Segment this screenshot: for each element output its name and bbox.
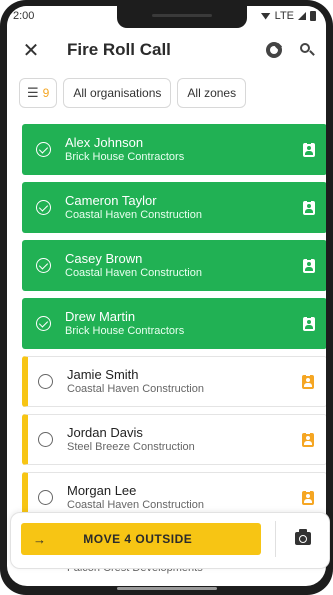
- search-icon[interactable]: [300, 43, 315, 57]
- person-name: Jamie Smith: [67, 366, 139, 382]
- person-row[interactable]: Jordan Davis Steel Breeze Construction: [22, 414, 326, 465]
- person-org: Steel Breeze Construction: [67, 440, 195, 453]
- unchecked-circle-icon[interactable]: [38, 374, 53, 389]
- id-badge-icon[interactable]: [302, 373, 314, 389]
- filter-count-badge: 9: [42, 86, 50, 100]
- status-indicators: LTE: [260, 10, 316, 22]
- unchecked-circle-icon[interactable]: [38, 490, 53, 505]
- person-org: Brick House Contractors: [65, 324, 185, 337]
- home-indicator: [117, 587, 217, 590]
- checked-circle-icon[interactable]: [36, 258, 51, 273]
- person-name: Alex Johnson: [65, 134, 144, 150]
- person-name: Drew Martin: [65, 308, 136, 324]
- page-title: Fire Roll Call: [67, 40, 171, 59]
- divider: [275, 521, 276, 557]
- person-row[interactable]: Cameron Taylor Coastal Haven Construction: [22, 182, 326, 233]
- status-time: 2:00: [13, 10, 35, 22]
- id-badge-icon[interactable]: [303, 141, 315, 157]
- device-frame: 2:00 LTE ✕ Fire Roll Call ☰ 9 All organi…: [0, 0, 333, 595]
- speaker-grille: [152, 14, 212, 17]
- network-label: LTE: [274, 10, 294, 22]
- person-row[interactable]: Casey Brown Coastal Haven Construction: [22, 240, 326, 291]
- id-badge-icon[interactable]: [303, 315, 315, 331]
- arrow-right-icon: →: [33, 531, 47, 547]
- close-icon[interactable]: ✕: [19, 38, 43, 63]
- person-org: Coastal Haven Construction: [67, 382, 204, 395]
- sliders-icon: ☰: [27, 85, 39, 100]
- checked-circle-icon[interactable]: [36, 142, 51, 157]
- zones-dropdown[interactable]: All zones: [177, 78, 247, 108]
- camera-icon[interactable]: [295, 529, 311, 545]
- person-name: Casey Brown: [65, 250, 143, 266]
- checked-circle-icon[interactable]: [36, 200, 51, 215]
- unchecked-circle-icon[interactable]: [38, 432, 53, 447]
- id-badge-icon[interactable]: [302, 489, 314, 505]
- organisations-dropdown[interactable]: All organisations: [63, 78, 172, 108]
- person-row[interactable]: Drew Martin Brick House Contractors: [22, 298, 326, 349]
- move-outside-button[interactable]: → MOVE 4 OUTSIDE: [21, 523, 261, 555]
- person-org: Brick House Contractors: [65, 150, 185, 163]
- id-badge-icon[interactable]: [303, 257, 315, 273]
- person-name: Morgan Lee: [67, 482, 137, 498]
- person-org: Coastal Haven Construction: [67, 498, 204, 511]
- id-badge-icon[interactable]: [302, 431, 314, 447]
- app-bar: ✕ Fire Roll Call: [7, 30, 326, 70]
- signal-icon: [298, 12, 306, 20]
- filter-button[interactable]: ☰ 9: [19, 78, 58, 108]
- move-outside-label: MOVE 4 OUTSIDE: [83, 532, 193, 546]
- person-name: Cameron Taylor: [65, 192, 157, 208]
- people-list: Alex Johnson Brick House Contractors Came…: [22, 124, 326, 530]
- bottom-action-panel: → MOVE 4 OUTSIDE: [10, 512, 330, 569]
- person-name: Jordan Davis: [67, 424, 143, 440]
- wifi-icon: [260, 12, 271, 20]
- person-org: Coastal Haven Construction: [65, 208, 202, 221]
- refresh-icon[interactable]: [266, 42, 282, 58]
- checked-circle-icon[interactable]: [36, 316, 51, 331]
- id-badge-icon[interactable]: [303, 199, 315, 215]
- person-row[interactable]: Jamie Smith Coastal Haven Construction: [22, 356, 326, 407]
- screen: 2:00 LTE ✕ Fire Roll Call ☰ 9 All organi…: [7, 6, 326, 586]
- camera-notch: [117, 6, 247, 28]
- battery-icon: [310, 11, 316, 21]
- person-org: Coastal Haven Construction: [65, 266, 202, 279]
- person-row[interactable]: Alex Johnson Brick House Contractors: [22, 124, 326, 175]
- filter-row: ☰ 9 All organisations All zones: [19, 78, 247, 108]
